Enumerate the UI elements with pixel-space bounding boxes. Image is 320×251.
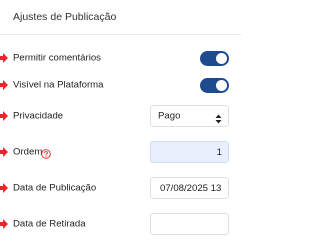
- arrow-right-icon: [0, 219, 8, 229]
- privacy-select-value: Pago: [158, 110, 181, 122]
- arrow-right-icon: [0, 53, 8, 63]
- visible-on-platform-label: Visível na Plataforma: [13, 79, 104, 91]
- row-withdraw-date: Data de Retirada: [0, 210, 241, 238]
- visible-on-platform-toggle[interactable]: [200, 77, 229, 93]
- publish-date-label: Data de Publicação: [13, 182, 97, 194]
- privacy-select[interactable]: Pago: [150, 105, 229, 127]
- publish-date-input[interactable]: [150, 177, 229, 199]
- row-privacy: Privacidade Pago: [0, 102, 241, 130]
- divider: [0, 34, 241, 35]
- row-order: Ordem: [0, 138, 241, 166]
- row-publish-date: Data de Publicação: [0, 174, 241, 202]
- allow-comments-label: Permitir comentários: [13, 52, 101, 64]
- withdraw-date-label: Data de Retirada: [13, 218, 86, 230]
- order-label: Ordem: [13, 146, 43, 158]
- row-allow-comments: Permitir comentários: [0, 44, 241, 72]
- question-circle-icon[interactable]: [41, 146, 51, 159]
- allow-comments-toggle[interactable]: [200, 50, 229, 66]
- arrow-right-icon: [0, 147, 8, 157]
- publication-settings-panel: Ajustes de Publicação Permitir comentári…: [0, 0, 241, 251]
- withdraw-date-input[interactable]: [150, 213, 229, 235]
- sort-caret-icon: [215, 111, 222, 124]
- arrow-right-icon: [0, 183, 8, 193]
- privacy-label: Privacidade: [13, 110, 64, 122]
- toggle-knob: [216, 79, 227, 91]
- row-visible-on-platform: Visível na Plataforma: [0, 71, 241, 99]
- order-input[interactable]: [150, 141, 229, 163]
- toggle-knob: [216, 52, 227, 64]
- panel-title: Ajustes de Publicação: [13, 11, 117, 23]
- arrow-right-icon: [0, 80, 8, 90]
- arrow-right-icon: [0, 111, 8, 121]
